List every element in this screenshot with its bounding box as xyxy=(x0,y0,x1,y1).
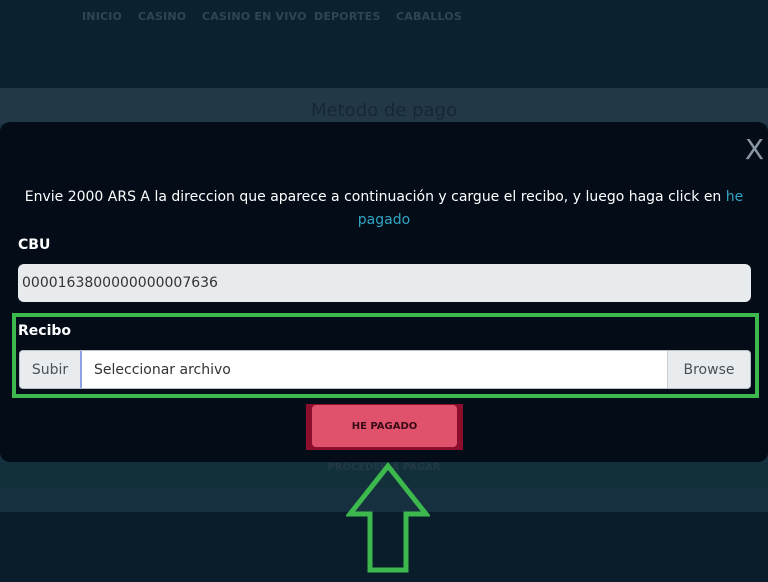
cbu-label: CBU xyxy=(18,237,51,253)
top-navigation: INICIO CASINO CASINO EN VIVO DEPORTES CA… xyxy=(0,0,768,88)
background-page-title: Metodo de pago xyxy=(311,100,457,121)
file-upload-group[interactable]: Subir Seleccionar archivo Browse xyxy=(19,350,751,389)
nav-inicio[interactable]: INICIO xyxy=(82,10,122,23)
page: INICIO CASINO CASINO EN VIVO DEPORTES CA… xyxy=(0,0,768,582)
browse-button[interactable]: Browse xyxy=(667,351,750,388)
arrow-up-icon xyxy=(346,462,430,573)
recibo-label: Recibo xyxy=(18,323,72,339)
close-icon[interactable]: X xyxy=(745,136,764,164)
file-input[interactable]: Seleccionar archivo xyxy=(82,351,667,388)
he-pagado-button[interactable]: HE PAGADO xyxy=(312,405,457,447)
payment-modal: X Envie 2000 ARS A la direccion que apar… xyxy=(0,122,768,462)
instruction-text: Envie 2000 ARS A la direccion que aparec… xyxy=(0,186,768,232)
nav-deportes[interactable]: DEPORTES xyxy=(314,10,381,23)
nav-casino-en-vivo[interactable]: CASINO EN VIVO xyxy=(202,10,307,23)
instruction-main: Envie 2000 ARS A la direccion que aparec… xyxy=(24,189,726,205)
cbu-field[interactable]: 0000163800000000007636 xyxy=(18,264,751,302)
file-prefix-label: Subir xyxy=(20,351,82,388)
nav-caballos[interactable]: CABALLOS xyxy=(396,10,462,23)
nav-casino[interactable]: CASINO xyxy=(138,10,186,23)
